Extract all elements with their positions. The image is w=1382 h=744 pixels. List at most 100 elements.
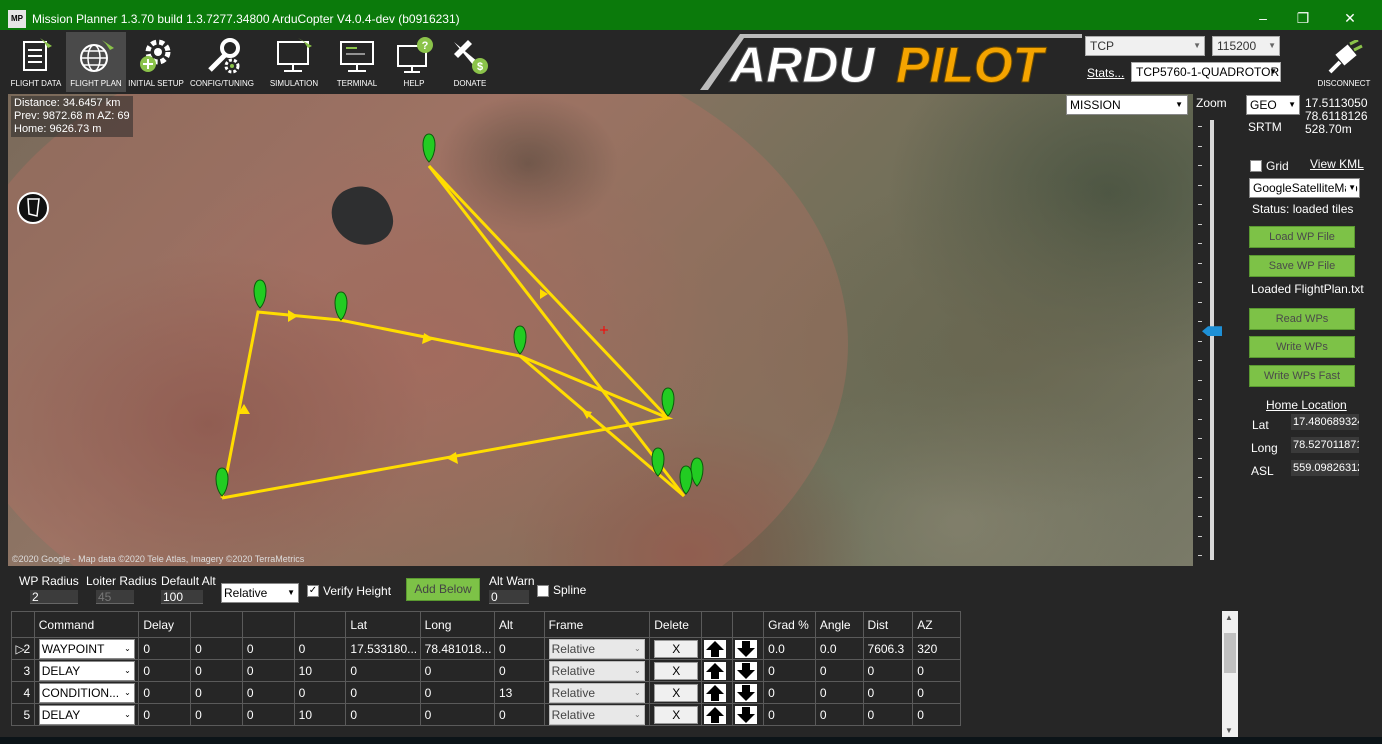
close-icon[interactable]: ✕	[1332, 6, 1368, 30]
home-asl-field[interactable]: 559.09826312	[1291, 460, 1359, 476]
flight-data-button[interactable]: FLIGHT DATA	[6, 32, 66, 92]
col-angle[interactable]: Angle	[814, 611, 864, 638]
table-row[interactable]: 4 CONDITION... ⌄ 0 0 0 0 0 0 13 Relative ⌄ X 0 0 0 0	[11, 681, 961, 704]
maximize-icon[interactable]: ❐	[1285, 6, 1321, 30]
col-delay[interactable]: Delay	[138, 611, 192, 638]
row-header[interactable]: 3	[11, 659, 35, 682]
config-tuning-button[interactable]: CONFIG/TUNING	[190, 32, 254, 92]
col-dist[interactable]: Dist	[862, 611, 914, 638]
col-lat[interactable]: Lat	[345, 611, 421, 638]
col-alt[interactable]: Alt	[493, 611, 545, 638]
row-header[interactable]: ▷2	[11, 637, 35, 660]
table-row[interactable]: 3 DELAY ⌄ 0 0 0 10 0 0 0 Relative ⌄ X 0 0 0 0	[11, 659, 961, 682]
table-row[interactable]: 5 DELAY ⌄ 0 0 0 10 0 0 0 Relative ⌄ X 0 0 0 0	[11, 703, 961, 726]
stats-link[interactable]: Stats...	[1087, 66, 1124, 80]
alt-warn-input[interactable]: 0	[489, 590, 529, 604]
grid-checkbox[interactable]	[1250, 160, 1262, 172]
view-kml-link[interactable]: View KML	[1310, 157, 1364, 171]
frame-cell[interactable]: Relative ⌄	[543, 681, 651, 704]
baud-rate-select[interactable]: 115200 ▼	[1212, 36, 1280, 56]
disconnect-button[interactable]: DISCONNECT	[1314, 38, 1374, 90]
frame-select[interactable]: Relative ⌄	[548, 660, 645, 681]
frame-select[interactable]: Relative ⌄	[548, 682, 645, 703]
command-cell[interactable]: DELAY ⌄	[33, 659, 140, 682]
map-view[interactable]: Distance: 34.6457 km Prev: 9872.68 m AZ:…	[8, 94, 1193, 566]
col-grad[interactable]: Grad %	[763, 611, 816, 638]
col-p3[interactable]	[241, 611, 295, 638]
col-long[interactable]: Long	[419, 611, 495, 638]
long-cell[interactable]: 0	[419, 681, 495, 704]
load-wp-file-button[interactable]: Load WP File	[1249, 226, 1355, 248]
minimize-icon[interactable]: –	[1245, 6, 1281, 30]
p1-cell[interactable]: 0	[138, 681, 192, 704]
col-az[interactable]: AZ	[912, 611, 961, 638]
command-select[interactable]: WAYPOINT ⌄	[38, 638, 135, 659]
move-down-button[interactable]	[735, 705, 758, 724]
home-location-link[interactable]: Home Location	[1266, 398, 1347, 412]
frame-select[interactable]: Relative ⌄	[548, 638, 645, 659]
long-cell[interactable]: 0	[419, 659, 495, 682]
frame-cell[interactable]: Relative ⌄	[543, 703, 651, 726]
map-provider-select[interactable]: GoogleSatelliteMap ▼	[1249, 178, 1360, 198]
p1-cell[interactable]: 0	[138, 659, 192, 682]
zoom-slider-thumb[interactable]	[1202, 326, 1222, 337]
table-row[interactable]: ▷2 WAYPOINT ⌄ 0 0 0 0 17.533180... 78.481018... 0…	[11, 637, 961, 660]
alt-cell[interactable]: 0	[493, 703, 545, 726]
grid-scrollbar[interactable]: ▲ ▼	[1222, 611, 1238, 737]
delete-button[interactable]: X	[654, 639, 699, 658]
p2-cell[interactable]: 0	[190, 703, 243, 726]
move-up-button[interactable]	[704, 683, 727, 702]
p4-cell[interactable]: 10	[293, 659, 347, 682]
p4-cell[interactable]: 0	[293, 681, 347, 704]
p4-cell[interactable]: 0	[293, 637, 347, 660]
delete-button[interactable]: X	[654, 683, 699, 702]
connection-type-select[interactable]: TCP ▼	[1085, 36, 1205, 56]
map-mode-select[interactable]: MISSION ▼	[1066, 95, 1188, 115]
move-up-button[interactable]	[704, 639, 727, 658]
frame-cell[interactable]: Relative ⌄	[543, 637, 651, 660]
spline-checkbox[interactable]	[537, 585, 549, 597]
long-cell[interactable]: 78.481018...	[419, 637, 495, 660]
default-alt-input[interactable]: 100	[161, 590, 203, 604]
command-select[interactable]: DELAY ⌄	[38, 660, 135, 681]
scroll-down-icon[interactable]: ▼	[1225, 726, 1233, 735]
initial-setup-button[interactable]: INITIAL SETUP	[126, 32, 186, 92]
p2-cell[interactable]: 0	[190, 659, 243, 682]
p3-cell[interactable]: 0	[241, 703, 295, 726]
write-wps-button[interactable]: Write WPs	[1249, 336, 1355, 358]
wp-radius-input[interactable]: 2	[30, 590, 78, 604]
frame-cell[interactable]: Relative ⌄	[543, 659, 651, 682]
move-up-button[interactable]	[704, 661, 727, 680]
move-down-button[interactable]	[735, 683, 758, 702]
save-wp-file-button[interactable]: Save WP File	[1249, 255, 1355, 277]
loiter-radius-input[interactable]: 45	[96, 590, 134, 604]
lat-cell[interactable]: 0	[345, 659, 421, 682]
command-cell[interactable]: CONDITION... ⌄	[33, 681, 140, 704]
vehicle-select[interactable]: TCP5760-1-QUADROTOR ▼	[1131, 62, 1281, 82]
delete-button[interactable]: X	[654, 705, 699, 724]
row-header[interactable]: 4	[11, 681, 35, 704]
col-p4[interactable]	[293, 611, 347, 638]
col-up[interactable]	[701, 611, 734, 638]
command-cell[interactable]: WAYPOINT ⌄	[33, 637, 140, 660]
col-delete[interactable]: Delete	[649, 611, 703, 638]
p2-cell[interactable]: 0	[190, 637, 243, 660]
lat-cell[interactable]: 0	[345, 703, 421, 726]
long-cell[interactable]: 0	[419, 703, 495, 726]
verify-height-checkbox[interactable]: ✓	[307, 585, 319, 597]
alt-cell[interactable]: 0	[493, 637, 545, 660]
alt-cell[interactable]: 13	[493, 681, 545, 704]
p3-cell[interactable]: 0	[241, 681, 295, 704]
p1-cell[interactable]: 0	[138, 637, 192, 660]
delete-button[interactable]: X	[654, 661, 699, 680]
p3-cell[interactable]: 0	[241, 637, 295, 660]
alt-frame-select[interactable]: Relative ▼	[221, 583, 299, 603]
scrollbar-thumb[interactable]	[1224, 633, 1236, 673]
lat-cell[interactable]: 0	[345, 681, 421, 704]
flight-plan-button[interactable]: FLIGHT PLAN	[66, 32, 126, 92]
col-frame[interactable]: Frame	[543, 611, 651, 638]
write-wps-fast-button[interactable]: Write WPs Fast	[1249, 365, 1355, 387]
frame-select[interactable]: Relative ⌄	[548, 704, 645, 725]
home-lat-field[interactable]: 17.480689324	[1291, 414, 1359, 430]
zoom-slider[interactable]	[1210, 120, 1214, 560]
